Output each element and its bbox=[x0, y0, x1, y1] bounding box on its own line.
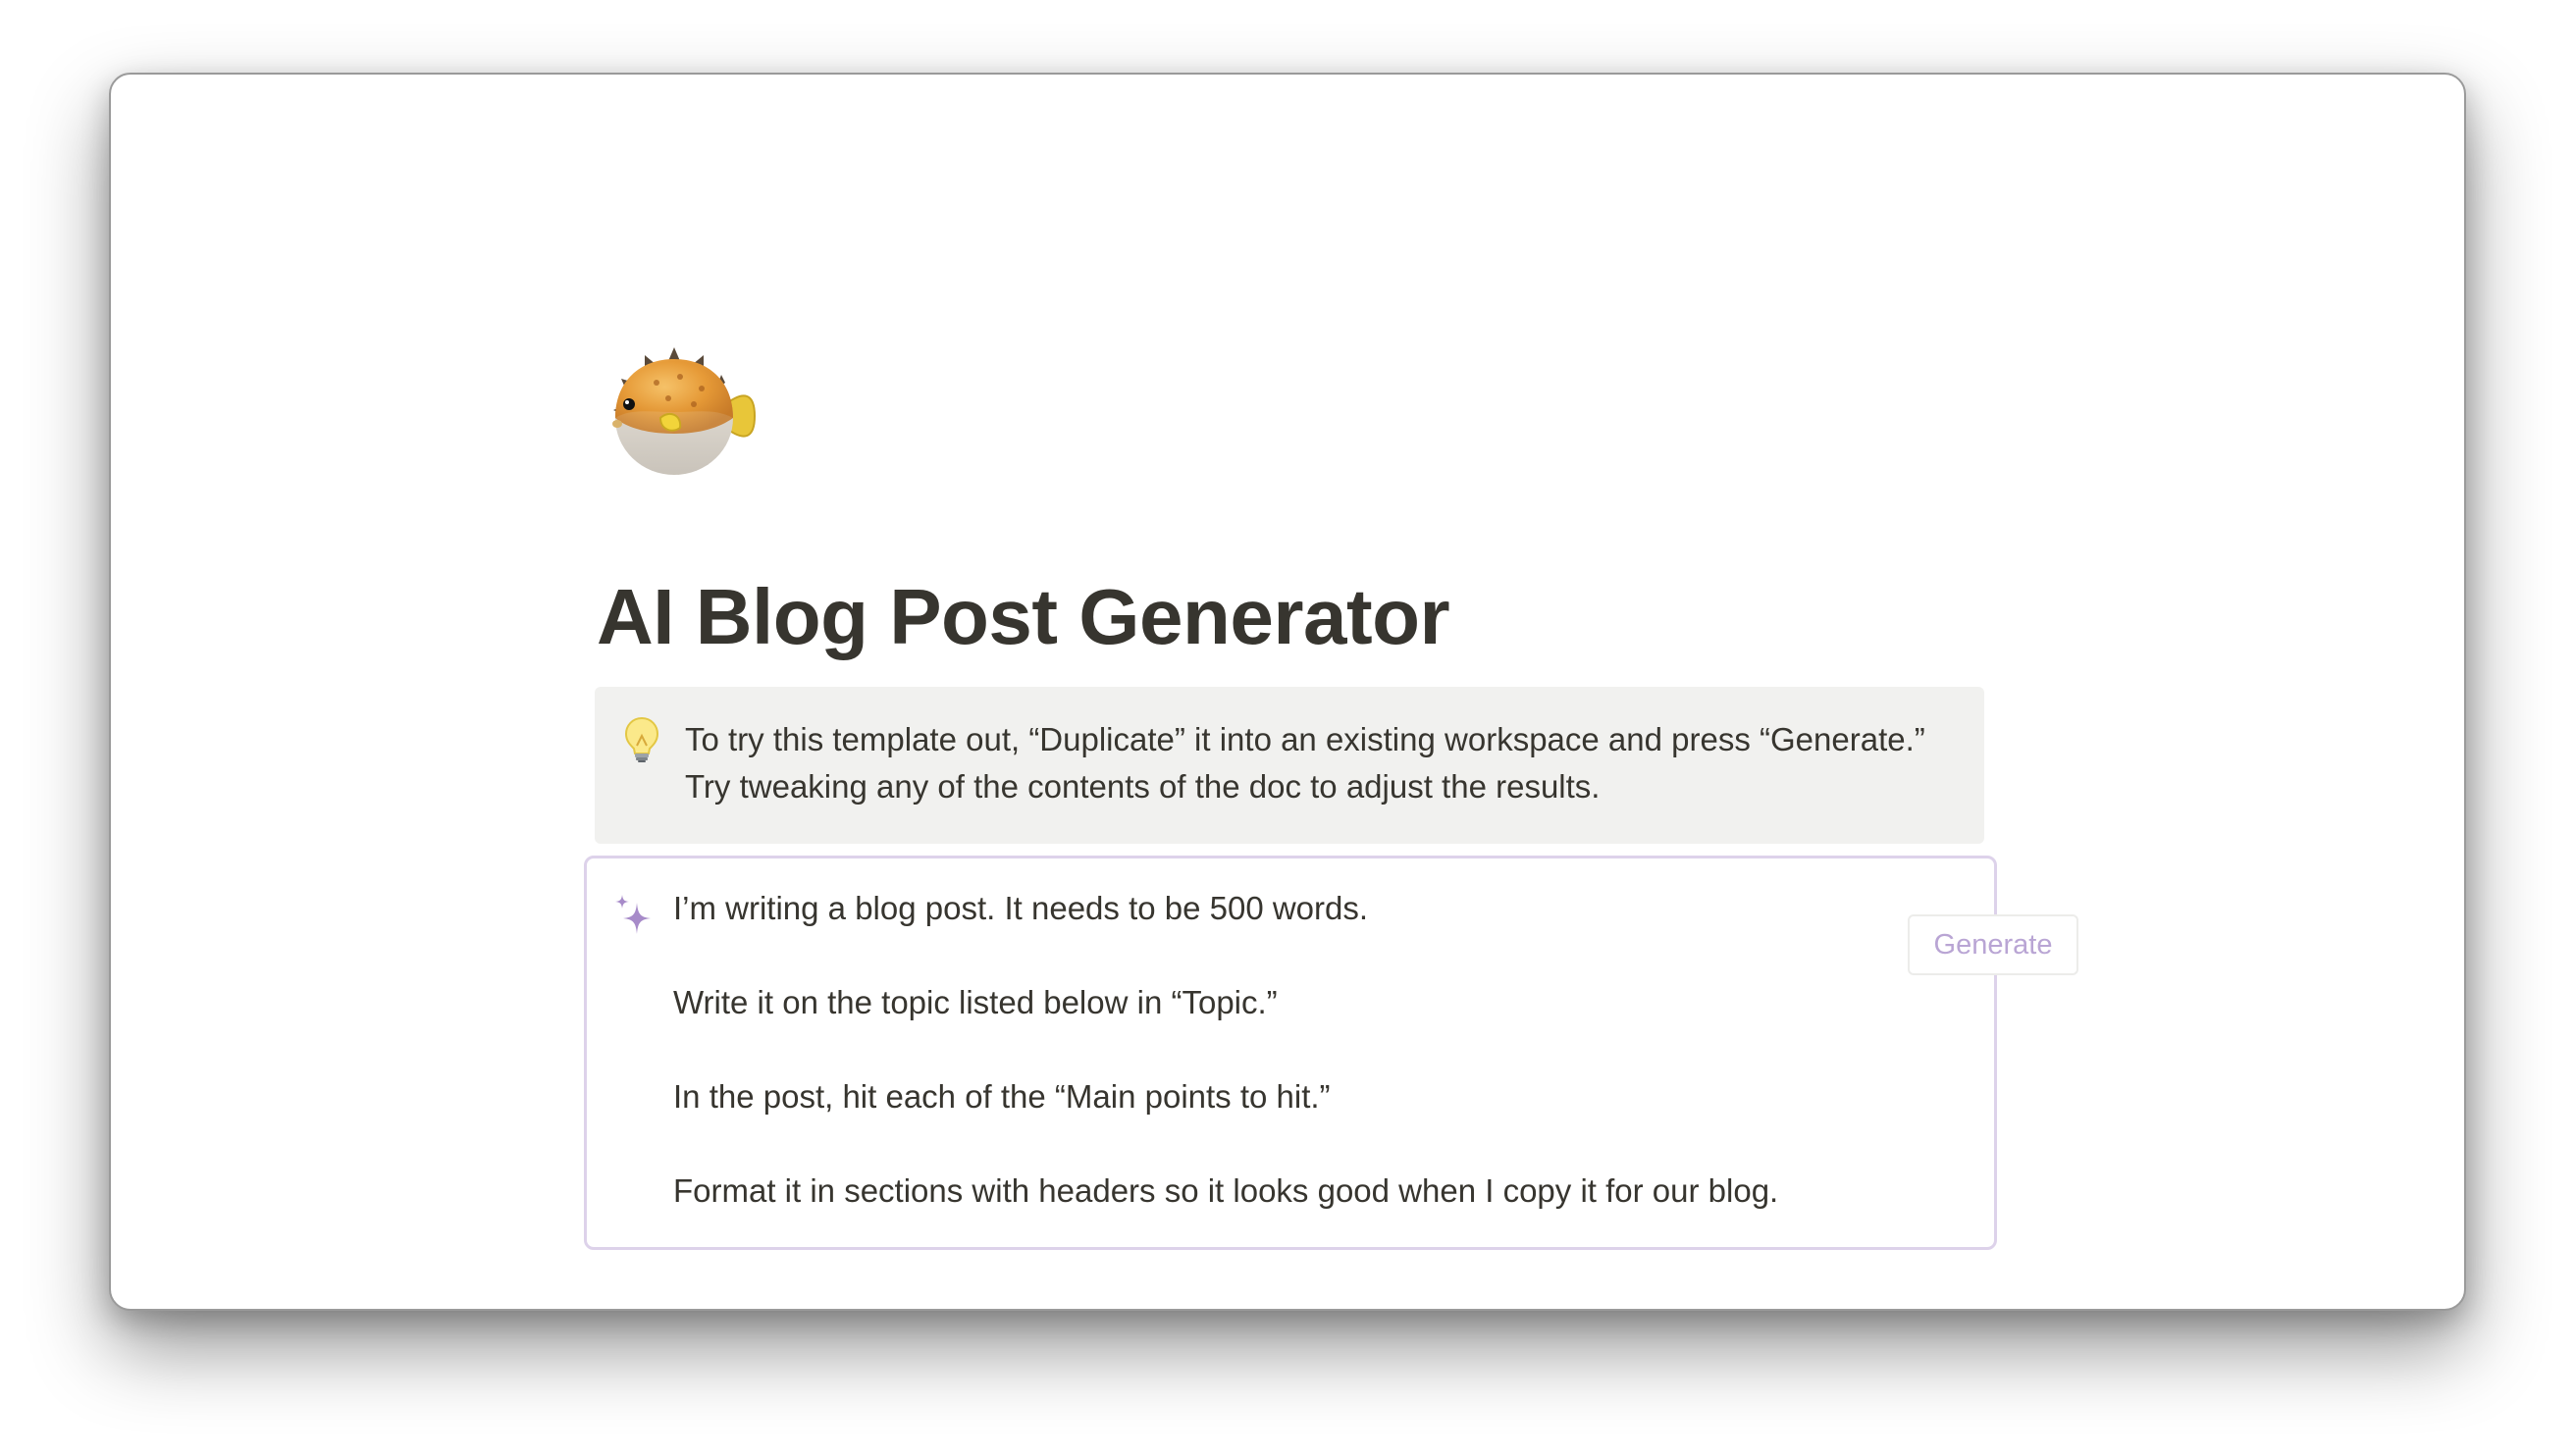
ai-prompt-block[interactable]: I’m writing a blog post. It needs to be … bbox=[584, 856, 2078, 1250]
app-window: AI Blog Post Generator To try this templ… bbox=[109, 73, 2466, 1311]
prompt-line: In the post, hit each of the “Main point… bbox=[673, 1078, 1331, 1115]
callout-line: Try tweaking any of the contents of the … bbox=[685, 768, 1601, 805]
generate-button[interactable]: Generate bbox=[1908, 914, 2078, 975]
prompt-line: Write it on the topic listed below in “T… bbox=[673, 984, 1278, 1020]
prompt-line: Format it in sections with headers so it… bbox=[673, 1172, 1779, 1209]
callout-text[interactable]: To try this template out, “Duplicate” it… bbox=[685, 716, 1925, 810]
light-bulb-icon bbox=[624, 716, 659, 763]
blowfish-icon[interactable] bbox=[598, 339, 764, 487]
prompt-line: I’m writing a blog post. It needs to be … bbox=[673, 890, 1369, 926]
sparkle-icon bbox=[613, 893, 653, 936]
page-title[interactable]: AI Blog Post Generator bbox=[597, 570, 1450, 664]
callout: To try this template out, “Duplicate” it… bbox=[595, 687, 1984, 844]
callout-line: To try this template out, “Duplicate” it… bbox=[685, 721, 1925, 757]
